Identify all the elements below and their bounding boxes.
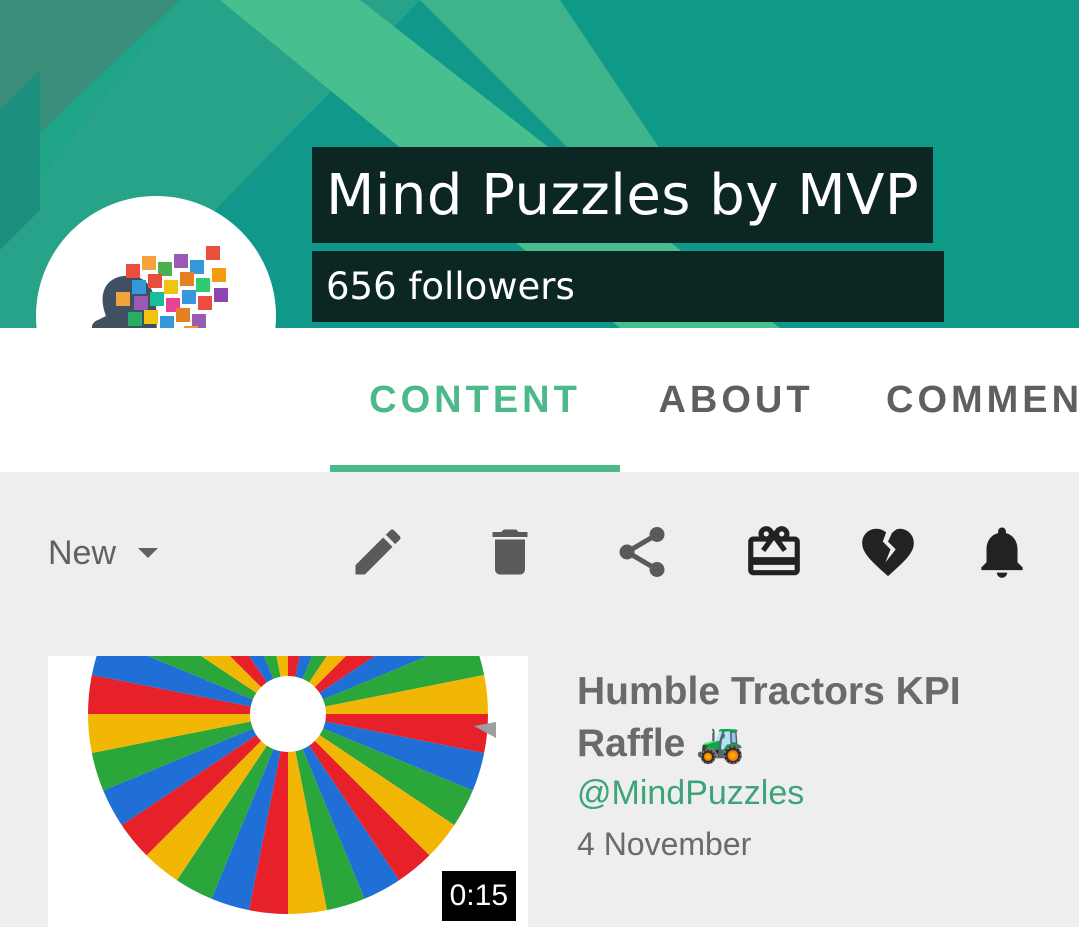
- follower-count: 656 followers: [326, 265, 575, 308]
- notifications-button[interactable]: [970, 520, 1034, 584]
- edit-button[interactable]: [346, 520, 410, 584]
- share-icon: [619, 527, 665, 577]
- chevron-down-icon: [138, 548, 159, 558]
- video-channel-handle[interactable]: @MindPuzzles: [577, 774, 804, 813]
- edit-icon: [355, 529, 401, 575]
- active-tab-indicator: [330, 465, 620, 472]
- channel-tabs: CONTENT ABOUT COMMEN: [0, 328, 1079, 472]
- channel-name: Mind Puzzles by MVP: [326, 162, 920, 228]
- tab-content[interactable]: CONTENT: [330, 328, 620, 472]
- video-date: 4 November: [577, 826, 752, 862]
- unfollow-button[interactable]: [856, 520, 920, 584]
- followers-box: 656 followers: [312, 251, 944, 322]
- video-duration: 0:15: [441, 871, 516, 921]
- sort-dropdown[interactable]: New: [48, 532, 159, 574]
- tab-about[interactable]: ABOUT: [626, 328, 846, 472]
- channel-toolbar: New: [0, 472, 1079, 632]
- delete-button[interactable]: [478, 520, 542, 584]
- sort-label: New: [48, 533, 117, 572]
- channel-title-box: Mind Puzzles by MVP: [312, 147, 934, 243]
- bell-icon: [981, 527, 1023, 578]
- video-title[interactable]: Humble Tractors KPI Raffle 🚜: [577, 666, 1047, 770]
- video-thumbnail[interactable]: 0:15: [48, 656, 528, 927]
- gift-icon: [748, 526, 800, 576]
- video-list-item[interactable]: 0:15 Humble Tractors KPI Raffle 🚜 @MindP…: [0, 632, 1079, 927]
- tab-comments[interactable]: COMMEN: [886, 328, 1079, 472]
- share-button[interactable]: [610, 520, 674, 584]
- trash-icon: [492, 529, 528, 575]
- broken-heart-icon: [862, 528, 914, 577]
- gift-button[interactable]: [742, 520, 806, 584]
